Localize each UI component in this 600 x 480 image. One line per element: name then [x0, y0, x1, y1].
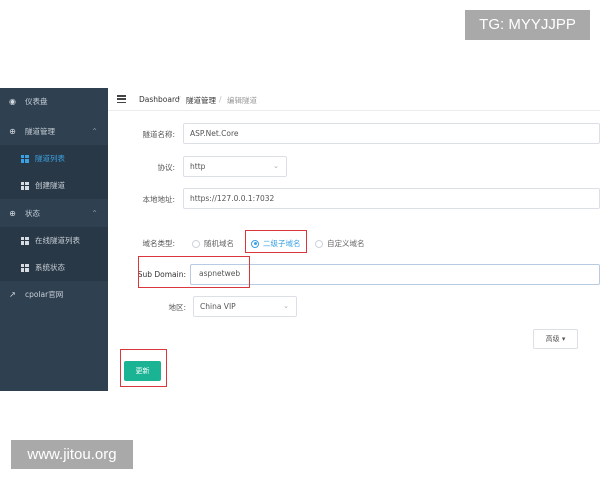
breadcrumb-tunnel-management[interactable]: 隧道管理 — [186, 95, 216, 106]
sidebar-item-label: 在线隧道列表 — [35, 236, 80, 245]
caret-down-icon: ▾ — [561, 335, 566, 343]
region-label: 地区: — [168, 303, 186, 312]
protocol-value: http — [190, 162, 206, 171]
chevron-down-icon: ⌄ — [283, 302, 289, 310]
dashboard-icon: ◉ — [9, 97, 16, 106]
sidebar-item-label: 状态 — [25, 209, 40, 218]
advanced-button-label: 高级 — [545, 335, 560, 343]
breadcrumb-dashboard[interactable]: Dashboard — [139, 95, 180, 104]
watermark-bottom: www.jitou.org — [11, 440, 133, 469]
sidebar-item-label: cpolar官网 — [25, 290, 64, 299]
domain-type-label: 域名类型: — [142, 239, 175, 248]
sidebar-item-create-tunnel[interactable]: 创建隧道 — [0, 172, 108, 199]
grid-icon — [20, 154, 29, 163]
sidebar-item-online-tunnels[interactable]: 在线隧道列表 — [0, 227, 108, 254]
sidebar-item-label: 创建隧道 — [35, 181, 65, 190]
plus-circle-icon: ⊕ — [9, 127, 16, 136]
breadcrumb-separator: / — [178, 95, 181, 104]
header-divider — [108, 110, 600, 111]
radio-label: 自定义域名 — [327, 239, 365, 248]
grid-icon — [20, 181, 29, 190]
sidebar-item-cpolar-website[interactable]: ↗ cpolar官网 — [0, 281, 108, 308]
update-button[interactable]: 更新 — [124, 361, 161, 381]
advanced-button[interactable]: 高级 ▾ — [533, 329, 578, 349]
radio-label: 随机域名 — [204, 239, 234, 248]
grid-icon — [20, 236, 29, 245]
region-select[interactable]: China VIP ⌄ — [193, 296, 297, 317]
protocol-label: 协议: — [157, 163, 175, 172]
breadcrumb-edit-tunnel: 编辑隧道 — [227, 96, 257, 105]
sidebar-item-label: 隧道管理 — [25, 127, 55, 136]
highlight-box-subdomain-radio — [245, 230, 307, 253]
sidebar-item-system-status[interactable]: 系统状态 — [0, 254, 108, 281]
region-value: China VIP — [200, 302, 236, 311]
chevron-up-icon: ⌃ — [91, 209, 98, 218]
watermark-top: TG: MYYJJPP — [465, 10, 590, 40]
radio-circle — [192, 239, 200, 248]
protocol-select[interactable]: http ⌄ — [183, 156, 287, 177]
plus-circle-icon: ⊕ — [9, 209, 16, 218]
radio-custom-domain[interactable]: 自定义域名 — [315, 238, 365, 249]
external-link-icon: ↗ — [9, 290, 16, 299]
sidebar-item-status[interactable]: ⊕ 状态 ⌃ — [0, 200, 108, 227]
page: TG: MYYJJPP ◉ 仪表盘 ⊕ 隧道管理 ⌃ 隧道列表 创建隧道 ⊕ 状… — [0, 0, 600, 480]
chevron-down-icon: ⌄ — [273, 162, 279, 170]
sidebar-item-tunnel-list[interactable]: 隧道列表 — [0, 145, 108, 172]
radio-random-domain[interactable]: 随机域名 — [192, 238, 234, 249]
tunnel-name-input[interactable]: ASP.Net.Core — [183, 123, 600, 144]
subdomain-input-row — [190, 264, 600, 285]
sidebar-item-label: 隧道列表 — [35, 154, 65, 163]
grid-icon — [20, 263, 29, 272]
sidebar-item-label: 系统状态 — [35, 263, 65, 272]
sidebar-item-tunnel-management[interactable]: ⊕ 隧道管理 ⌃ — [0, 118, 108, 145]
sidebar-item-dashboard[interactable]: ◉ 仪表盘 — [0, 88, 108, 115]
breadcrumb-separator: / — [219, 95, 222, 104]
radio-circle — [315, 239, 323, 248]
sidebar: ◉ 仪表盘 ⊕ 隧道管理 ⌃ 隧道列表 创建隧道 ⊕ 状态 ⌃ 在线隧道列表 系… — [0, 88, 108, 391]
tunnel-name-label: 隧道名称: — [142, 130, 175, 139]
local-address-label: 本地地址: — [142, 195, 175, 204]
highlight-box-subdomain-input — [138, 256, 250, 288]
sidebar-item-label: 仪表盘 — [25, 97, 48, 106]
menu-toggle-icon[interactable] — [117, 95, 126, 103]
local-address-input[interactable]: https://127.0.0.1:7032 — [183, 188, 600, 209]
